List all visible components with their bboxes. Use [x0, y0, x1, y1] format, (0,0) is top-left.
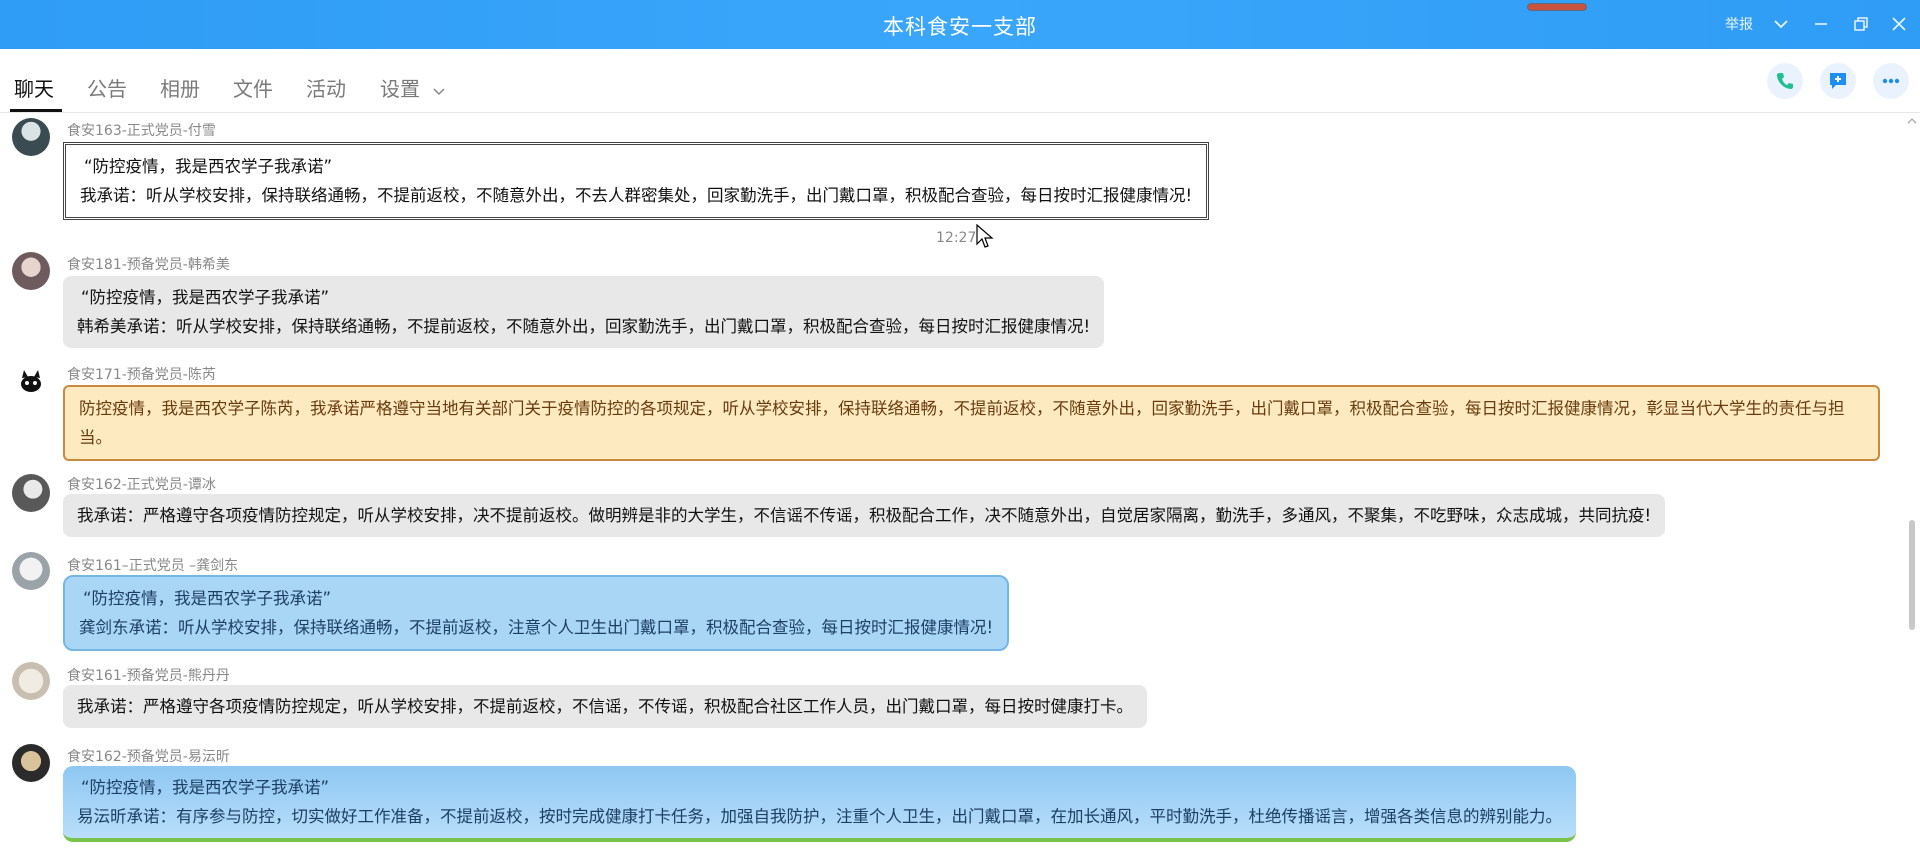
- phone-call-button[interactable]: [1767, 63, 1803, 99]
- more-button[interactable]: [1873, 63, 1909, 99]
- message-sender: 食安161-预备党员-熊丹丹: [67, 668, 230, 684]
- message-bubble[interactable]: 防控疫情，我是西农学子陈芮，我承诺严格遵守当地有关部门关于疫情防控的各项规定，听…: [63, 385, 1880, 461]
- message-text: 我承诺：听从学校安排，保持联络通畅，不提前返校，不随意外出，不去人群密集处，回家…: [80, 186, 1193, 205]
- avatar[interactable]: [12, 552, 50, 590]
- tab-chat[interactable]: 聊天: [14, 73, 54, 102]
- more-icon: [1882, 78, 1900, 84]
- message-text: 防控疫情，我是西农学子陈芮，我承诺严格遵守当地有关部门关于疫情防控的各项规定，听…: [79, 399, 1845, 447]
- title-bar: 本科食安一支部 举报: [0, 0, 1920, 49]
- scroll-up-icon[interactable]: [1906, 116, 1918, 126]
- chat-message-list[interactable]: 食安163-正式党员-付雪 “防控疫情，我是西农学子我承诺” 我承诺：听从学校安…: [0, 114, 1905, 854]
- message-quote: “防控疫情，我是西农学子我承诺”: [81, 288, 330, 307]
- restore-icon[interactable]: [1850, 13, 1872, 35]
- message-sender: 食安181-预备党员-韩希美: [67, 257, 230, 273]
- add-chat-icon: [1830, 73, 1846, 89]
- message-text: 易沄昕承诺：有序参与防控，切实做好工作准备，不提前返校，按时完成健康打卡任务，加…: [77, 807, 1562, 826]
- message-bubble[interactable]: “防控疫情，我是西农学子我承诺” 我承诺：听从学校安排，保持联络通畅，不提前返校…: [63, 142, 1210, 220]
- avatar[interactable]: [12, 252, 50, 290]
- close-icon[interactable]: [1888, 13, 1910, 35]
- tab-settings-label: 设置: [380, 77, 420, 101]
- scrollbar-thumb[interactable]: [1909, 520, 1915, 630]
- message-quote: “防控疫情，我是西农学子我承诺”: [83, 589, 332, 608]
- message-text: 韩希美承诺：听从学校安排，保持联络通畅，不提前返校，不随意外出，回家勤洗手，出门…: [77, 317, 1091, 336]
- message-text: 我承诺：严格遵守各项疫情防控规定，听从学校安排，不提前返校，不信谣，不传谣，积极…: [77, 697, 1133, 716]
- message-sender: 食安162-预备党员-易沄昕: [67, 749, 230, 765]
- tab-announcements[interactable]: 公告: [87, 73, 127, 102]
- chevron-down-icon: [433, 87, 445, 95]
- black-cat-avatar-icon: [21, 370, 41, 392]
- message-quote: “防控疫情，我是西农学子我承诺”: [81, 778, 330, 797]
- window-drag-handle[interactable]: [1527, 3, 1587, 11]
- message-bubble[interactable]: “防控疫情，我是西农学子我承诺” 龚剑东承诺：听从学校安排，保持联络通畅，不提前…: [63, 575, 1010, 651]
- tab-album[interactable]: 相册: [160, 73, 200, 102]
- minimize-icon[interactable]: [1810, 13, 1832, 35]
- message-sender: 食安162-正式党员-谭冰: [67, 477, 216, 493]
- tab-files[interactable]: 文件: [233, 73, 273, 102]
- window-title: 本科食安一支部: [883, 15, 1037, 39]
- chevron-down-icon[interactable]: [1770, 13, 1792, 35]
- message-text: 龚剑东承诺：听从学校安排，保持联络通畅，不提前返校，注意个人卫生出门戴口罩，积极…: [79, 618, 994, 637]
- message-sender: 食安161–正式党员 –龚剑东: [67, 558, 239, 574]
- message-quote: “防控疫情，我是西农学子我承诺”: [84, 157, 333, 176]
- message-bubble[interactable]: “防控疫情，我是西农学子我承诺” 韩希美承诺：听从学校安排，保持联络通畅，不提前…: [63, 276, 1105, 348]
- avatar[interactable]: [12, 474, 50, 512]
- message-sender: 食安171-预备党员-陈芮: [67, 367, 216, 383]
- phone-icon: [1777, 73, 1793, 89]
- avatar[interactable]: [12, 118, 50, 156]
- tab-activities[interactable]: 活动: [306, 73, 346, 102]
- tab-settings[interactable]: 设置: [380, 73, 446, 102]
- scrollbar-track[interactable]: [1905, 114, 1920, 854]
- active-tab-indicator: [10, 109, 62, 112]
- message-timestamp: 12:27: [936, 230, 977, 246]
- message-sender: 食安163-正式党员-付雪: [67, 123, 216, 139]
- message-bubble[interactable]: “防控疫情，我是西农学子我承诺” 易沄昕承诺：有序参与防控，切实做好工作准备，不…: [63, 766, 1576, 842]
- report-button[interactable]: 举报: [1725, 14, 1753, 34]
- tab-bar: 聊天 公告 相册 文件 活动 设置: [0, 49, 1920, 113]
- avatar[interactable]: [12, 364, 50, 402]
- mouse-cursor-icon: [976, 224, 994, 248]
- avatar[interactable]: [12, 744, 50, 782]
- message-bubble[interactable]: 我承诺：严格遵守各项疫情防控规定，听从学校安排，不提前返校，不信谣，不传谣，积极…: [63, 685, 1147, 728]
- add-chat-button[interactable]: [1820, 63, 1856, 99]
- message-bubble[interactable]: 我承诺：严格遵守各项疫情防控规定，听从学校安排，决不提前返校。做明辨是非的大学生…: [63, 494, 1666, 537]
- avatar[interactable]: [12, 662, 50, 700]
- message-text: 我承诺：严格遵守各项疫情防控规定，听从学校安排，决不提前返校。做明辨是非的大学生…: [77, 506, 1652, 525]
